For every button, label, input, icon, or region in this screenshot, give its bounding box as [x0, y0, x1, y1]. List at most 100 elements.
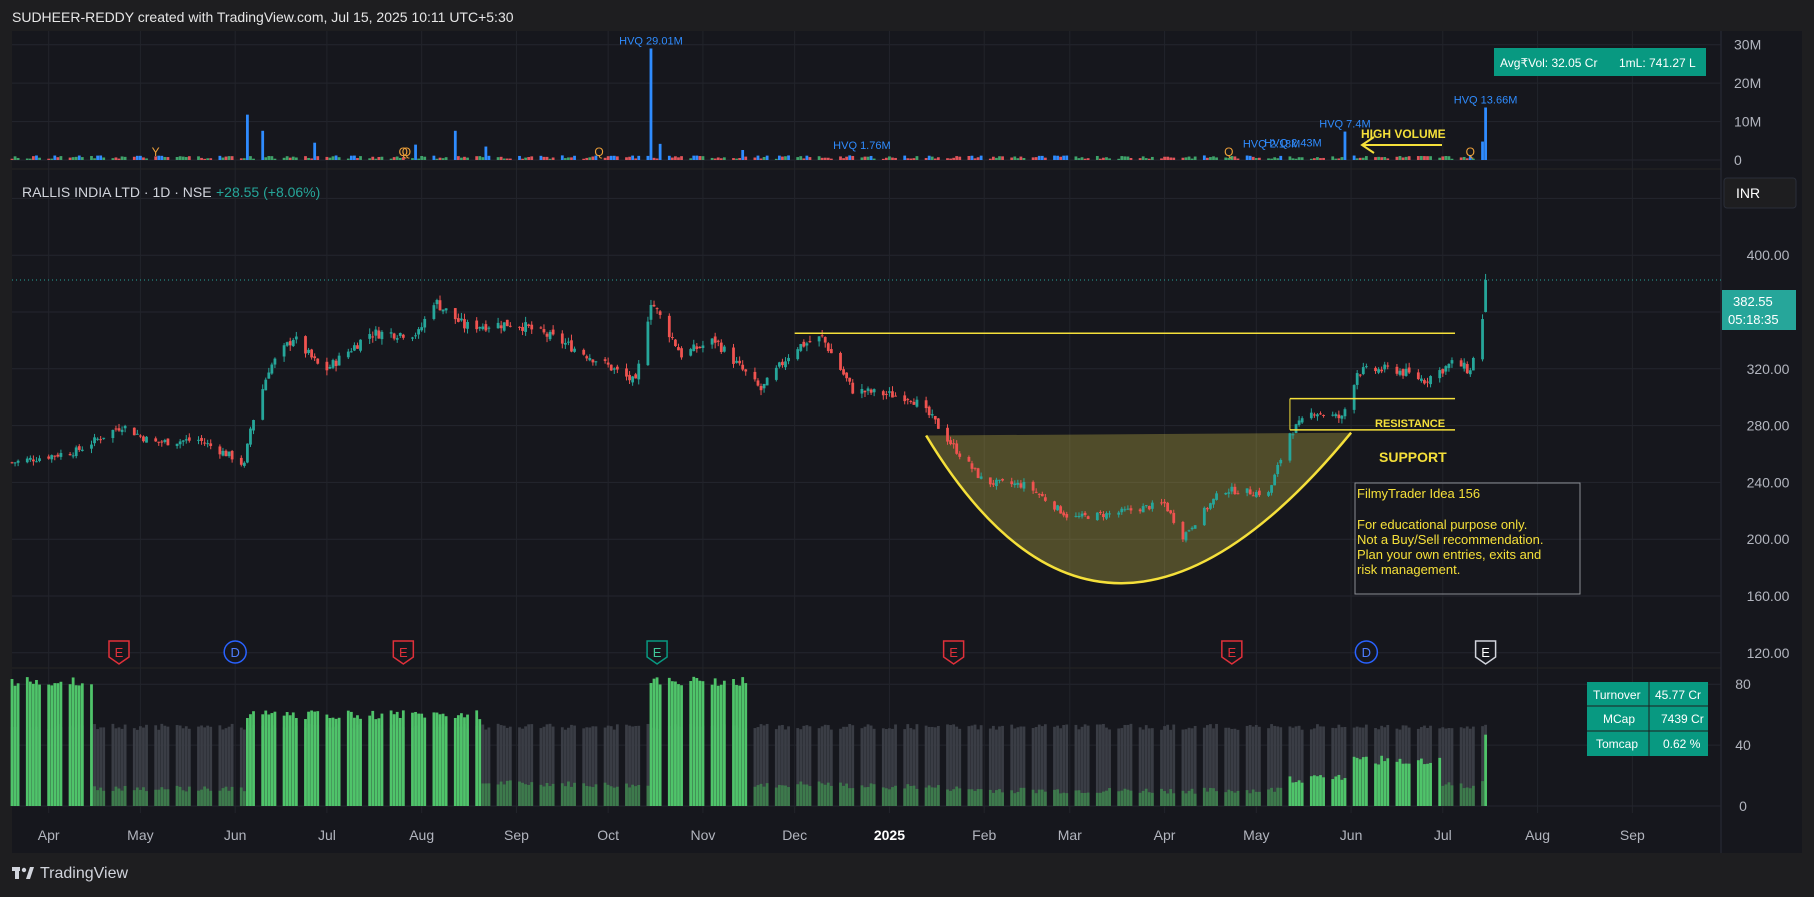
indicator-bar	[1053, 789, 1056, 806]
volume-bar	[291, 156, 295, 160]
indicator-bar	[264, 710, 268, 806]
candle-body	[1426, 381, 1429, 383]
indicator-bar	[927, 785, 931, 806]
tradingview-logo[interactable]: TradingView	[12, 865, 128, 883]
indicator-bar	[16, 683, 20, 806]
indicator-bar	[567, 781, 570, 806]
candle-body	[325, 361, 329, 371]
volume-bar	[888, 156, 891, 160]
indicator-bar	[59, 681, 63, 806]
indicator-bar	[114, 786, 118, 806]
candle-body	[16, 460, 20, 463]
indicator-bar	[722, 680, 726, 806]
volume-bar	[973, 158, 977, 160]
indicator-bar	[145, 791, 148, 806]
candle-body	[1447, 363, 1451, 368]
candle-body	[1462, 362, 1466, 369]
indicator-bar	[1141, 790, 1145, 806]
indicator-bar	[401, 710, 405, 806]
candle-body	[123, 425, 127, 429]
candle-body	[530, 324, 534, 330]
event-q-marker[interactable]: Q	[594, 145, 603, 159]
volume-bar	[1404, 156, 1408, 160]
indicator-bar	[1438, 757, 1442, 806]
volume-bar	[328, 157, 332, 160]
indicator-bar	[930, 787, 934, 806]
candle-body	[74, 447, 78, 457]
volume-bar	[264, 157, 268, 160]
mcap-value: 7439 Cr	[1661, 712, 1704, 726]
volume-bar	[28, 158, 32, 160]
volume-bar	[527, 157, 531, 160]
volume-bar	[1257, 157, 1261, 160]
candle-body	[197, 439, 200, 441]
candle-body	[1172, 512, 1176, 523]
volume-bar	[1129, 157, 1133, 160]
volume-bar	[1374, 157, 1377, 160]
indicator-bar	[325, 714, 329, 806]
indicator-bar	[915, 788, 919, 806]
tomcap-value: 0.62 %	[1663, 737, 1701, 751]
volume-bar	[1193, 156, 1197, 160]
candle-body	[1343, 409, 1347, 417]
candle-body	[460, 318, 463, 321]
indicator-bar	[738, 685, 742, 806]
indicator-bar	[484, 783, 488, 806]
volume-bar	[423, 156, 427, 160]
candle-body	[1361, 367, 1365, 375]
indicator-bar	[1395, 761, 1399, 806]
indicator-bar	[163, 789, 167, 806]
volume-bar	[1160, 158, 1163, 160]
indicator-bar	[582, 783, 586, 806]
indicator-bar	[166, 789, 170, 806]
candle-body	[903, 395, 907, 402]
indicator-bar	[695, 678, 699, 806]
event-q-marker[interactable]: Q	[1466, 145, 1475, 159]
event-q-marker[interactable]: Q	[402, 145, 411, 159]
volume-bar	[845, 156, 849, 160]
volume-bar	[588, 157, 592, 160]
event-q-marker[interactable]: Y	[152, 145, 160, 159]
indicator-bar	[1065, 793, 1069, 806]
candle-body	[820, 335, 824, 337]
candle-body	[612, 368, 616, 370]
indicator-bar	[777, 784, 781, 806]
idea-title: FilmyTrader Idea 156	[1357, 486, 1480, 501]
candle-body	[80, 449, 84, 451]
candle-body	[267, 372, 271, 379]
price-tick-label: 240.00	[1747, 474, 1790, 490]
candle-body	[753, 371, 757, 380]
volume-bar	[988, 158, 992, 160]
volume-bar	[808, 157, 812, 160]
candle-body	[334, 360, 338, 366]
indicator-bar	[420, 713, 424, 806]
volume-bar	[1212, 156, 1215, 160]
candle-body	[187, 437, 191, 441]
candle-body	[1095, 512, 1099, 521]
volume-bar	[741, 150, 745, 160]
volume-bar	[206, 158, 210, 160]
candle-body	[1438, 370, 1442, 379]
candle-body	[411, 337, 414, 339]
volume-bar	[884, 157, 888, 160]
symbol-name[interactable]: RALLIS INDIA LTD · 1D · NSE	[22, 184, 212, 200]
candle-body	[1065, 514, 1069, 518]
chart-canvas[interactable]: HVQ 29.01MHVQ 1.76M HVQ 2.18MHVQ 2.43MHVQ…	[0, 0, 1814, 897]
candle-body	[90, 444, 93, 449]
indicator-bar	[1040, 789, 1044, 806]
volume-bar	[432, 155, 436, 160]
volume-bar	[1441, 156, 1445, 160]
support-label: SUPPORT	[1379, 449, 1447, 465]
volume-bar	[353, 155, 356, 160]
candle-body	[423, 318, 427, 328]
candle-body	[912, 401, 916, 405]
volume-bar	[615, 156, 619, 160]
indicator-bar	[689, 681, 693, 806]
event-q-marker[interactable]: Q	[1224, 145, 1233, 159]
candle-body	[958, 453, 962, 457]
volume-bar	[1355, 158, 1359, 160]
candle-body	[166, 438, 170, 446]
indicator-bar	[881, 787, 885, 806]
volume-bar	[227, 156, 231, 160]
indicator-bar	[1380, 755, 1384, 806]
